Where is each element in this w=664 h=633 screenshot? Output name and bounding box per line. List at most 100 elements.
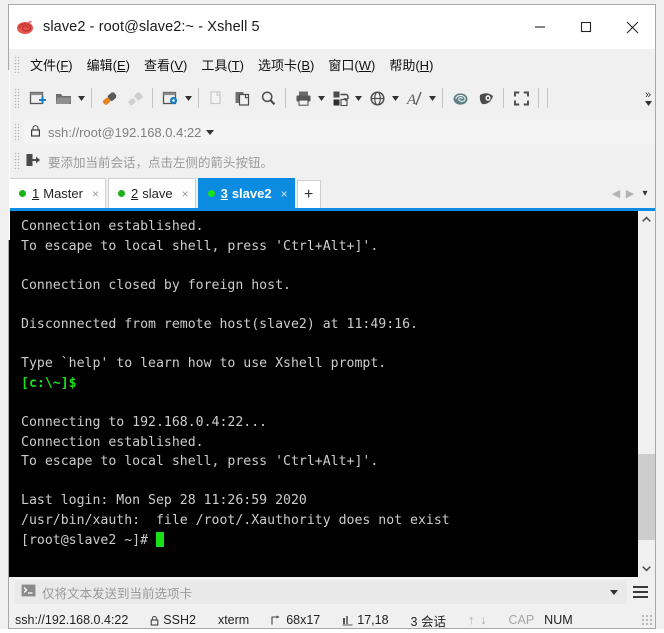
menu-grip[interactable]: [13, 55, 20, 73]
menu-item-view[interactable]: 查看(V): [137, 51, 194, 78]
toolbar-overflow-button[interactable]: »: [641, 83, 655, 113]
terminal-line: Connection established.: [21, 433, 637, 453]
tab-scroll-left-button[interactable]: ◀: [609, 187, 623, 200]
font-dropdown[interactable]: [427, 85, 438, 111]
paste-icon[interactable]: [229, 85, 255, 111]
terminal-line-text: [root@slave2 ~]#: [21, 532, 156, 548]
terminal-output[interactable]: Connection established. To escape to loca…: [9, 211, 637, 577]
menu-item-window[interactable]: 窗口(W): [321, 51, 382, 78]
open-folder-dropdown[interactable]: [76, 85, 87, 111]
status-url: ssh://192.168.0.4:22: [15, 613, 129, 627]
menu-item-tools[interactable]: 工具(T): [194, 51, 251, 78]
terminal-line: [21, 335, 637, 355]
address-dropdown-icon[interactable]: [201, 129, 219, 135]
resize-icon: [271, 615, 282, 626]
tab-status-dot: [19, 190, 26, 197]
tab-slave[interactable]: 2 slave ×: [107, 178, 196, 208]
status-session-count: 3 会话: [410, 614, 446, 629]
hamburger-menu-icon[interactable]: [627, 579, 653, 605]
new-session-icon[interactable]: [24, 85, 50, 111]
new-tab-button[interactable]: +: [296, 180, 321, 208]
docked-panel-strip[interactable]: [0, 70, 10, 240]
fullscreen-icon[interactable]: [508, 85, 534, 111]
command-prompt-icon: [21, 584, 36, 600]
terminal-line-text: Type `help' to learn how to use Xshell p…: [21, 356, 387, 372]
toolbar-separator: [538, 88, 539, 108]
terminal-line-text: Connection established.: [21, 434, 204, 450]
status-upload-arrow-icon: ↑: [467, 613, 475, 627]
open-folder-icon[interactable]: [50, 85, 76, 111]
terminal-line-text: Connection established.: [21, 219, 204, 234]
terminal-line: Connecting to 192.168.0.4:22...: [21, 413, 637, 433]
terminal-line: [root@slave2 ~]#: [21, 531, 637, 551]
terminal-line: Disconnected from remote host(slave2) at…: [21, 315, 637, 335]
tab-scroll-right-button[interactable]: ▶: [623, 187, 637, 200]
globe-dropdown[interactable]: [390, 85, 401, 111]
terminal-line: [21, 256, 637, 276]
tab-list-dropdown[interactable]: ▾: [637, 188, 653, 199]
terminal-line-text: Connecting to 192.168.0.4:22...: [21, 414, 268, 430]
address-bar: ssh://root@192.168.0.4:22: [9, 118, 655, 146]
address-bar-grip[interactable]: [13, 122, 20, 142]
globe-icon[interactable]: [364, 85, 390, 111]
tab-label: Master: [43, 186, 83, 201]
scroll-down-button[interactable]: [638, 560, 655, 577]
terminal-line: Type `help' to learn how to use Xshell p…: [21, 354, 637, 374]
toolbar: A »: [9, 79, 655, 117]
cursor-position-icon: [342, 615, 353, 626]
status-size-item: 68x17: [271, 613, 320, 627]
tab-label: slave2: [231, 186, 272, 201]
menu-item-edit[interactable]: 编辑(E): [80, 51, 137, 78]
session-properties-icon[interactable]: [157, 85, 183, 111]
window-title: slave2 - root@slave2:~ - Xshell 5: [43, 19, 260, 35]
terminal-cursor: [155, 531, 164, 547]
print-icon[interactable]: [290, 85, 316, 111]
xshell-log-icon[interactable]: [447, 85, 473, 111]
file-transfer-dropdown[interactable]: [353, 85, 364, 111]
disconnect-icon[interactable]: [122, 85, 148, 111]
scrollbar-track[interactable]: [638, 228, 655, 560]
tab-master[interactable]: 1 Master ×: [9, 178, 106, 208]
toolbar-separator: [503, 88, 504, 108]
add-session-arrow-icon[interactable]: [25, 152, 41, 171]
tab-close-icon[interactable]: ×: [92, 188, 99, 200]
add-session-hint-text: 要添加当前会话，点击左侧的箭头按钮。: [48, 155, 274, 170]
tab-slave2[interactable]: 3 slave2 ×: [197, 178, 295, 208]
terminal-line: Last login: Mon Sep 28 11:26:59 2020: [21, 491, 637, 511]
menu-item-tabs[interactable]: 选项卡(B): [251, 51, 321, 78]
find-icon[interactable]: [255, 85, 281, 111]
status-num-lock: NUM: [544, 613, 573, 627]
status-protocol-item: SSH2: [150, 613, 196, 627]
menu-item-help[interactable]: 帮助(H): [382, 51, 440, 78]
connect-icon[interactable]: [96, 85, 122, 111]
tab-navigation: ◀ ▶ ▾: [609, 178, 655, 208]
scrollbar-thumb[interactable]: [638, 453, 655, 541]
svg-text:A: A: [406, 92, 417, 108]
terminal-scrollbar[interactable]: [637, 211, 655, 577]
address-value: ssh://root@192.168.0.4:22: [48, 124, 202, 140]
menu-item-file[interactable]: 文件(F): [23, 51, 80, 78]
toolbar-grip[interactable]: [13, 87, 20, 109]
terminal-line-text: [c:\~]$: [21, 375, 77, 391]
close-button[interactable]: [609, 5, 655, 49]
session-properties-dropdown[interactable]: [183, 85, 194, 111]
send-command-input[interactable]: 仅将文本发送到当前选项卡: [15, 580, 627, 604]
font-icon[interactable]: A: [401, 85, 427, 111]
minimize-button[interactable]: [517, 5, 563, 49]
tab-close-icon[interactable]: ×: [182, 188, 189, 200]
tab-index: 3: [220, 186, 228, 201]
address-input[interactable]: ssh://root@192.168.0.4:22: [24, 120, 655, 144]
tab-close-icon[interactable]: ×: [281, 188, 288, 200]
tab-label: slave: [142, 186, 173, 201]
hint-bar-grip[interactable]: [13, 151, 20, 171]
maximize-button[interactable]: [563, 5, 609, 49]
scroll-up-button[interactable]: [638, 211, 655, 228]
file-transfer-icon[interactable]: [327, 85, 353, 111]
print-dropdown[interactable]: [316, 85, 327, 111]
window-controls: [517, 5, 655, 49]
terminal-line: [21, 472, 637, 492]
send-mode-dropdown-icon[interactable]: [605, 589, 623, 595]
resize-grip[interactable]: [641, 614, 653, 626]
copy-icon[interactable]: [203, 85, 229, 111]
xftp-icon[interactable]: [473, 85, 499, 111]
